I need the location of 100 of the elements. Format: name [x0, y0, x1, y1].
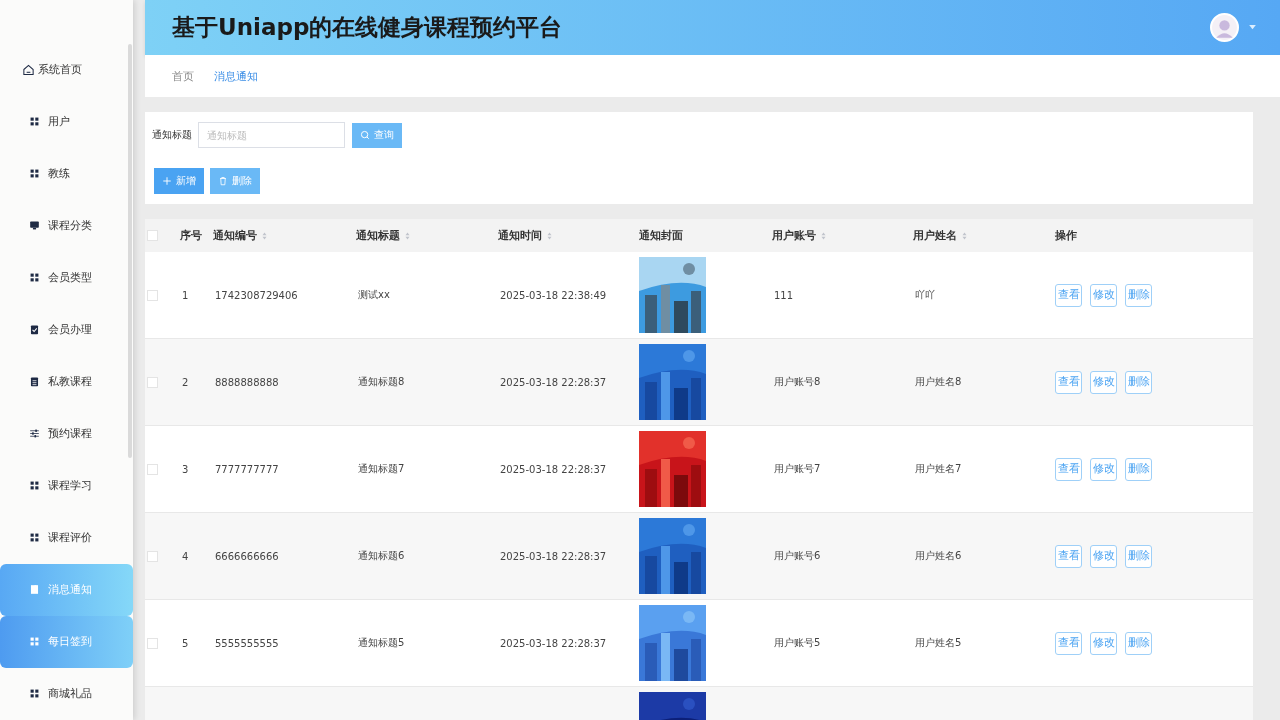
delete-button[interactable]: 删除: [210, 168, 260, 194]
menu-item[interactable]: 消息通知: [0, 563, 133, 616]
edit-button[interactable]: 修改: [1090, 457, 1117, 481]
table-cell: 4: [182, 550, 189, 562]
table-cell: 1742308729406: [215, 289, 298, 301]
view-button[interactable]: 查看: [1055, 457, 1082, 481]
table-cell: 通知标题8: [358, 375, 405, 389]
column-header: 操作: [1055, 228, 1077, 243]
sort-icon[interactable]: [262, 231, 267, 240]
view-button[interactable]: 查看: [1055, 544, 1082, 568]
edit-button[interactable]: 修改: [1090, 370, 1117, 394]
table-cell: 用户账号6: [774, 549, 821, 563]
grid-icon: [29, 115, 40, 127]
delete-button[interactable]: 删除: [1125, 283, 1152, 307]
checkbox[interactable]: [147, 463, 158, 475]
table-cell: 测试xx: [358, 288, 390, 302]
table-cell: 通知标题6: [358, 549, 405, 563]
field-label: 通知标题: [152, 128, 192, 142]
menu-item[interactable]: 会员类型: [0, 251, 133, 304]
menu-item[interactable]: 每日签到: [0, 615, 133, 668]
book-icon: [29, 584, 40, 596]
grid-icon: [29, 532, 40, 544]
menu-item[interactable]: 教练: [0, 147, 133, 200]
app-title: 基于Uniapp的在线健身课程预约平台: [172, 13, 563, 42]
menu-item[interactable]: 课程分类: [0, 199, 133, 252]
delete-button[interactable]: 删除: [1125, 457, 1152, 481]
table-cell: 1: [182, 289, 189, 301]
table-cell: 用户姓名6: [915, 549, 962, 563]
menu-item[interactable]: 商城礼品: [0, 667, 133, 720]
table-cell: 5555555555: [215, 637, 279, 649]
table-cell: 用户账号8: [774, 375, 821, 389]
table-cell: 2025-03-18 22:28:37: [500, 376, 607, 388]
menu-item[interactable]: 课程学习: [0, 459, 133, 512]
column-header: 通知时间: [498, 228, 542, 243]
view-button[interactable]: 查看: [1055, 631, 1082, 655]
search-button[interactable]: 查询: [352, 122, 402, 148]
search-icon: [360, 130, 370, 140]
column-header: 通知标题: [356, 228, 400, 243]
column-header: 用户姓名: [913, 228, 957, 243]
search-field[interactable]: 通知标题: [198, 122, 345, 148]
table-cell: 用户姓名8: [915, 375, 962, 389]
delete-button[interactable]: 删除: [1125, 370, 1152, 394]
checkbox[interactable]: [147, 637, 158, 649]
monitor-icon: [29, 219, 40, 231]
trash-icon: [218, 176, 228, 186]
edit-button[interactable]: 修改: [1090, 544, 1117, 568]
menu-item[interactable]: 课程评价: [0, 511, 133, 564]
caret-icon[interactable]: [1249, 25, 1256, 30]
delete-button[interactable]: 删除: [1125, 631, 1152, 655]
home-icon: [22, 62, 35, 76]
table-cell: 通知标题5: [358, 636, 405, 650]
column-header: 通知封面: [639, 228, 683, 243]
table-cell: 6666666666: [215, 550, 279, 562]
scrollbar[interactable]: [128, 44, 132, 458]
grid-icon: [29, 271, 40, 283]
column-header: 序号: [180, 228, 202, 243]
table-cell: 2: [182, 376, 189, 388]
grid-icon: [29, 636, 40, 648]
breadcrumb-link[interactable]: 消息通知: [214, 68, 258, 84]
table-cell: 3: [182, 463, 189, 475]
grid-icon: [29, 688, 40, 700]
menu-item[interactable]: 会员办理: [0, 303, 133, 356]
grid-icon: [29, 167, 40, 179]
table-cell: 2025-03-18 22:28:37: [500, 550, 607, 562]
sort-icon[interactable]: [547, 231, 552, 240]
sort-icon[interactable]: [962, 231, 967, 240]
sort-icon[interactable]: [821, 231, 826, 240]
edit-button[interactable]: 修改: [1090, 631, 1117, 655]
clipboard-icon: [29, 323, 40, 335]
clipboard-icon: [29, 376, 40, 387]
table-cell: 通知标题7: [358, 462, 405, 476]
checkbox[interactable]: [147, 289, 158, 301]
checkbox[interactable]: [147, 376, 158, 388]
table-cell: 5: [182, 637, 189, 649]
view-button[interactable]: 查看: [1055, 283, 1082, 307]
menu-item[interactable]: 预约课程: [0, 407, 133, 460]
table-cell: 用户姓名7: [915, 462, 962, 476]
table-cell: 2025-03-18 22:28:37: [500, 637, 607, 649]
avatar-icon[interactable]: [1210, 13, 1239, 42]
edit-button[interactable]: 修改: [1090, 283, 1117, 307]
column-header: 通知编号: [213, 228, 257, 243]
delete-button[interactable]: 删除: [1125, 544, 1152, 568]
sliders-icon: [29, 428, 40, 440]
checkbox[interactable]: [147, 550, 158, 562]
breadcrumb-link[interactable]: 首页: [172, 68, 194, 84]
column-header: 用户账号: [772, 228, 816, 243]
view-button[interactable]: 查看: [1055, 370, 1082, 394]
table-cell: 吖吖: [915, 288, 935, 302]
checkbox[interactable]: [147, 230, 158, 241]
menu-item[interactable]: 私教课程: [0, 355, 133, 408]
table-cell: 111: [774, 289, 794, 301]
table-cell: 用户姓名5: [915, 636, 962, 650]
menu-item[interactable]: 用户: [0, 95, 133, 148]
table-cell: 2025-03-18 22:28:37: [500, 463, 607, 475]
sort-icon[interactable]: [405, 231, 410, 240]
table-cell: 用户账号7: [774, 462, 821, 476]
table-cell: 2025-03-18 22:38:49: [500, 289, 607, 301]
grid-icon: [29, 480, 40, 492]
menu-item[interactable]: 系统首页: [0, 43, 133, 96]
add-button[interactable]: 新增: [154, 168, 204, 194]
